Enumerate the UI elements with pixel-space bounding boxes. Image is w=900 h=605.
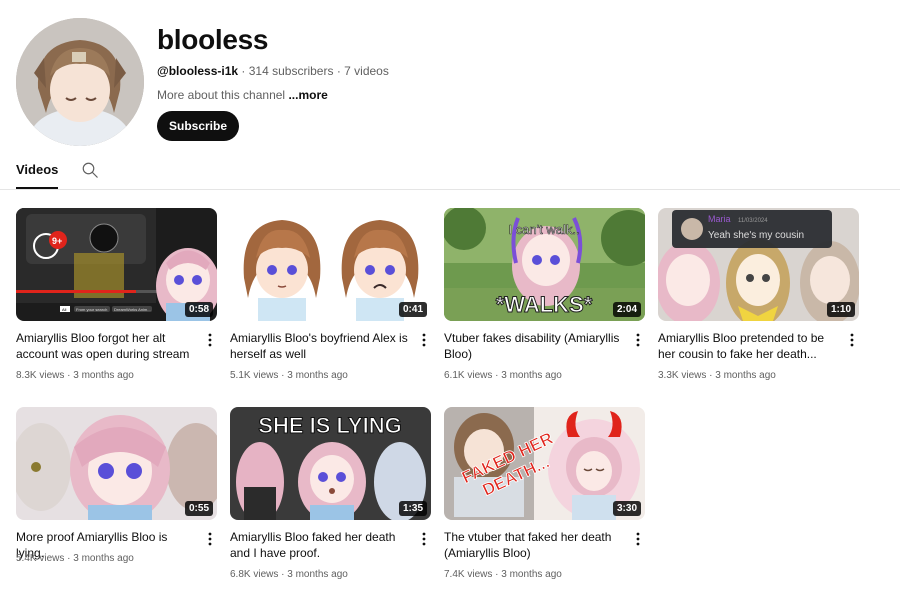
- video-duration: 1:35: [398, 501, 427, 516]
- channel-name: blooless: [157, 24, 269, 55]
- channel-meta: @blooless-i1k · 314 subscribers · 7 vide…: [157, 64, 389, 78]
- video-title[interactable]: Amiaryllis Bloo forgot her alt account w…: [16, 330, 198, 362]
- channel-tabs: Videos: [0, 152, 900, 190]
- video-thumbnail[interactable]: FAKED HER DEATH... 3:30: [444, 407, 645, 520]
- upload-age: 3 months ago: [501, 370, 562, 381]
- video-thumbnail[interactable]: 9+ All From your search DreamWorks Anim.…: [16, 208, 217, 321]
- upload-age: 3 months ago: [715, 370, 776, 381]
- upload-age: 3 months ago: [287, 569, 348, 580]
- video-card[interactable]: SHE IS LYING 1:35 Amiaryllis Bloo faked …: [230, 407, 432, 580]
- video-thumbnail[interactable]: Maria 11/03/2024 Yeah she's my cousin 1:…: [658, 208, 859, 321]
- video-meta: 8.3K views · 3 months ago: [16, 370, 134, 381]
- view-count: 5.1K views: [230, 370, 279, 381]
- video-card[interactable]: FAKED HER DEATH... 3:30 The vtuber that …: [444, 407, 646, 580]
- view-count: 6.8K views: [230, 569, 279, 580]
- meta-separator: ·: [64, 370, 74, 381]
- ui-chip-all: All: [62, 307, 67, 312]
- tab-videos[interactable]: Videos: [16, 162, 59, 189]
- view-count: 3.3K views: [658, 370, 707, 381]
- video-count: 7 videos: [344, 64, 389, 78]
- cant-walk-caption: I can't walk..: [508, 222, 579, 237]
- about-text: More about this channel: [157, 88, 286, 102]
- more-vert-icon[interactable]: [418, 332, 430, 348]
- meta-separator: ·: [241, 64, 249, 78]
- video-card[interactable]: 9+ All From your search DreamWorks Anim.…: [16, 208, 218, 381]
- video-meta: 6.1K views · 3 months ago: [444, 370, 562, 381]
- video-title[interactable]: Amiaryllis Bloo's boyfriend Alex is hers…: [230, 330, 412, 362]
- view-count: 7.4K views: [444, 569, 493, 580]
- more-vert-icon[interactable]: [846, 332, 858, 348]
- more-vert-icon[interactable]: [632, 332, 644, 348]
- subscribe-button[interactable]: Subscribe: [157, 111, 240, 141]
- video-title[interactable]: Amiaryllis Bloo faked her death and I ha…: [230, 529, 412, 561]
- meta-separator: ·: [492, 569, 502, 580]
- upload-age: 3 months ago: [73, 553, 134, 564]
- video-title[interactable]: The vtuber that faked her death (Amiaryl…: [444, 529, 626, 561]
- channel-about[interactable]: More about this channel ...more: [157, 88, 328, 102]
- video-card[interactable]: 0:55 More proof Amiaryllis Bloo is lying…: [16, 407, 218, 564]
- view-count: 8.3K views: [16, 370, 65, 381]
- she-is-lying-caption: SHE IS LYING: [258, 413, 401, 438]
- video-thumbnail[interactable]: I can't walk.. *WALKS* 2:04: [444, 208, 645, 321]
- chat-username: Maria: [708, 214, 731, 224]
- subscriber-count: 314 subscribers: [248, 64, 334, 78]
- video-card[interactable]: I can't walk.. *WALKS* 2:04 Vtuber fakes…: [444, 208, 646, 381]
- video-meta: 6.8K views · 3 months ago: [230, 569, 348, 580]
- upload-age: 3 months ago: [287, 370, 348, 381]
- upload-age: 3 months ago: [73, 370, 134, 381]
- notif-badge-text: 9+: [52, 236, 62, 246]
- video-duration: 0:58: [184, 302, 213, 317]
- video-duration: 0:41: [398, 302, 427, 317]
- video-meta: 3.3K views · 3 months ago: [658, 370, 776, 381]
- search-icon[interactable]: [81, 161, 99, 179]
- more-vert-icon[interactable]: [632, 531, 644, 547]
- chat-message: Yeah she's my cousin: [708, 230, 804, 241]
- video-duration: 2:04: [612, 302, 641, 317]
- meta-separator: ·: [492, 370, 502, 381]
- video-duration: 3:30: [612, 501, 641, 516]
- video-meta: 7.4K views · 3 months ago: [444, 569, 562, 580]
- ui-chip-dreamworks: DreamWorks Anim...: [114, 307, 151, 312]
- video-duration: 1:10: [826, 302, 855, 317]
- video-title[interactable]: Vtuber fakes disability (Amiaryllis Bloo…: [444, 330, 626, 362]
- channel-header: blooless @blooless-i1k · 314 subscribers…: [16, 18, 876, 148]
- view-count: 6.1K views: [444, 370, 493, 381]
- more-vert-icon[interactable]: [418, 531, 430, 547]
- upload-age: 3 months ago: [501, 569, 562, 580]
- video-card[interactable]: Maria 11/03/2024 Yeah she's my cousin 1:…: [658, 208, 860, 381]
- chat-date: 11/03/2024: [738, 218, 768, 224]
- meta-separator: ·: [706, 370, 716, 381]
- more-link[interactable]: ...more: [288, 88, 327, 102]
- meta-separator: ·: [278, 370, 288, 381]
- channel-avatar[interactable]: [16, 18, 144, 146]
- walks-caption: *WALKS*: [496, 292, 593, 317]
- view-count: 5.4K views: [16, 553, 65, 564]
- video-duration: 0:55: [184, 501, 213, 516]
- meta-separator: ·: [64, 553, 74, 564]
- meta-separator: ·: [278, 569, 288, 580]
- more-vert-icon[interactable]: [204, 332, 216, 348]
- video-thumbnail[interactable]: 0:41: [230, 208, 431, 321]
- video-meta: 5.4K views · 3 months ago: [16, 553, 134, 564]
- video-thumbnail[interactable]: SHE IS LYING 1:35: [230, 407, 431, 520]
- video-card[interactable]: 0:41 Amiaryllis Bloo's boyfriend Alex is…: [230, 208, 432, 381]
- ui-chip-search: From your search: [76, 307, 107, 312]
- video-title[interactable]: Amiaryllis Bloo pretended to be her cous…: [658, 330, 840, 362]
- video-meta: 5.1K views · 3 months ago: [230, 370, 348, 381]
- video-thumbnail[interactable]: 0:55: [16, 407, 217, 520]
- more-vert-icon[interactable]: [204, 531, 216, 547]
- channel-handle: @blooless-i1k: [157, 64, 239, 78]
